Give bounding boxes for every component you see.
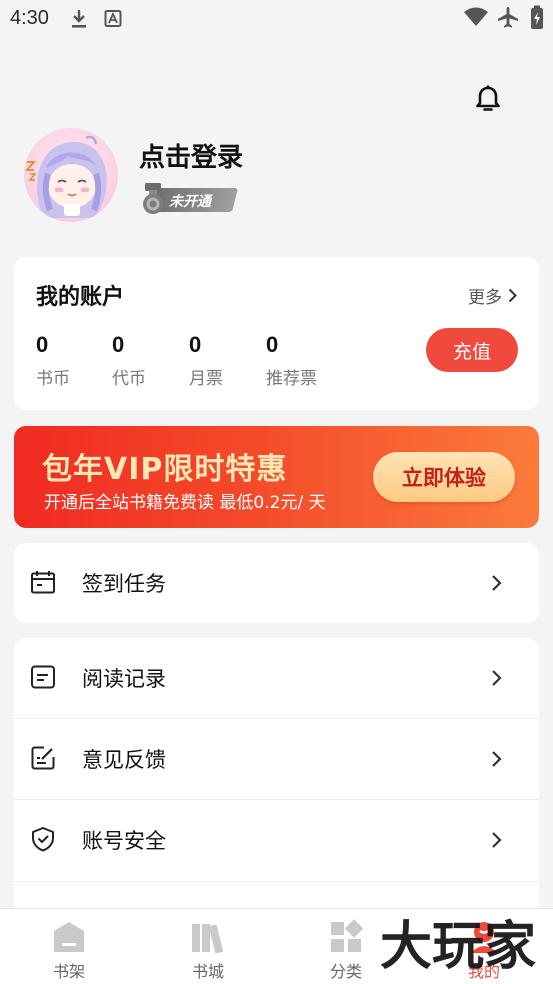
divider: [14, 881, 539, 882]
vip-status-badge: 未开通: [139, 182, 239, 216]
recharge-button[interactable]: 充值: [426, 328, 518, 372]
vip-promo-banner[interactable]: 包年VIP限时特惠 开通后全站书籍免费读 最低0.2元/ 天 立即体验: [14, 426, 539, 528]
stat-recommend-tickets[interactable]: 0 推荐票: [266, 332, 317, 389]
calendar-icon: [31, 571, 55, 594]
stat-value: 0: [36, 332, 49, 357]
feedback-edit-icon: [31, 746, 55, 770]
nav-tab-bookstore[interactable]: 书城: [168, 909, 248, 984]
download-icon: [72, 10, 86, 28]
vip-promo-title: 包年VIP限时特惠: [42, 452, 288, 487]
stat-value: 0: [189, 332, 202, 357]
reading-record-icon: [31, 665, 55, 689]
shield-icon: [32, 827, 54, 852]
nav-label: 书架: [52, 962, 85, 981]
account-title: 我的账户: [36, 285, 125, 310]
menu-item-account-security[interactable]: 账号安全: [14, 800, 539, 881]
stat-label: 月票: [189, 369, 223, 389]
svg-text:大玩家: 大玩家: [380, 917, 536, 974]
menu-item-checkin[interactable]: 签到任务: [14, 543, 539, 624]
menu-label: 账号安全: [82, 829, 166, 853]
wifi-icon: [464, 7, 488, 26]
menu-item-reading-history[interactable]: 阅读记录: [14, 638, 539, 719]
battery-charging-icon: [531, 5, 543, 29]
login-prompt[interactable]: 点击登录: [139, 137, 243, 174]
bookstore-icon: [192, 924, 224, 954]
nav-label: 分类: [329, 962, 362, 981]
chevron-right-icon: [492, 575, 502, 591]
menu-label: 阅读记录: [82, 667, 166, 691]
bookshelf-icon: [54, 922, 84, 952]
checkin-card: 签到任务: [14, 543, 539, 623]
account-card: 我的账户 更多 0 书币 0 代币 0 月票 0 推荐票 充值: [14, 257, 539, 410]
status-time: 4:30: [10, 7, 49, 29]
chevron-right-icon: [492, 670, 502, 686]
chevron-right-icon: [508, 288, 517, 303]
chevron-right-icon: [492, 751, 502, 767]
anime-avatar-illustration: [25, 135, 107, 218]
settings-menu-card: 阅读记录 意见反馈 账号安全: [14, 638, 539, 918]
stat-monthly-tickets[interactable]: 0 月票: [189, 332, 223, 389]
account-more-link[interactable]: 更多: [468, 283, 517, 308]
vip-try-now-button[interactable]: 立即体验: [373, 452, 515, 502]
stat-label: 代币: [112, 369, 146, 389]
nav-label: 书城: [191, 962, 224, 981]
stat-tokens[interactable]: 0 代币: [112, 332, 146, 389]
nav-tab-bookshelf[interactable]: 书架: [29, 909, 109, 984]
stat-value: 0: [112, 332, 125, 357]
vip-promo-subtitle: 开通后全站书籍免费读 最低0.2元/ 天: [44, 493, 326, 513]
stat-value: 0: [266, 332, 279, 357]
status-bar: 4:30: [0, 0, 553, 38]
account-more-label: 更多: [468, 288, 502, 308]
menu-label: 意见反馈: [82, 748, 166, 772]
text-icon: [104, 10, 122, 27]
watermark-logo: 大玩家: [380, 917, 536, 974]
stat-label: 推荐票: [266, 369, 317, 389]
notification-bell-icon[interactable]: [472, 83, 504, 115]
airplane-mode-icon: [498, 7, 518, 28]
menu-item-feedback[interactable]: 意见反馈: [14, 719, 539, 800]
stat-book-coins[interactable]: 0 书币: [36, 332, 70, 389]
vip-status-text: 未开通: [169, 194, 211, 210]
menu-label: 签到任务: [82, 572, 166, 596]
category-icon: [331, 919, 364, 952]
avatar[interactable]: [24, 128, 118, 222]
nav-tab-category[interactable]: 分类: [306, 909, 386, 984]
stat-label: 书币: [36, 369, 70, 389]
medal-icon: [143, 183, 163, 214]
chevron-right-icon: [492, 832, 502, 848]
